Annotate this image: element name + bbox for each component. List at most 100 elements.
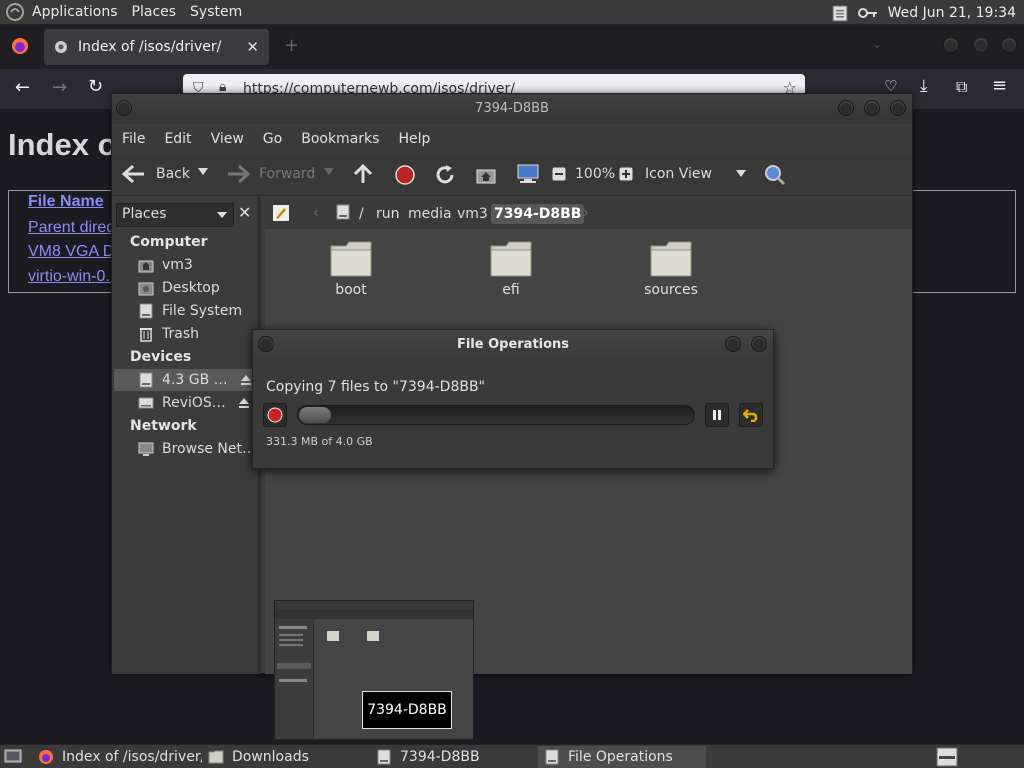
path-scroll-left-icon[interactable]: ‹	[313, 205, 319, 221]
dialog-title[interactable]: File Operations	[253, 330, 773, 360]
applications-menu[interactable]: Applications	[32, 4, 118, 20]
forward-icon[interactable]	[226, 164, 250, 184]
places-menu[interactable]: Places	[132, 4, 177, 20]
keyring-icon[interactable]	[857, 6, 878, 20]
clipboard-icon[interactable]	[832, 4, 848, 22]
back-history-chevron-icon[interactable]	[198, 168, 208, 176]
zoom-out-icon[interactable]	[552, 167, 566, 181]
top-panel: Applications Places System Wed Jun 21, 1…	[0, 0, 1024, 25]
task-file-manager[interactable]: 7394-D8BB	[370, 746, 536, 768]
home-icon[interactable]	[475, 164, 497, 186]
breadcrumb-media[interactable]: media	[405, 204, 455, 224]
drive-icon	[139, 372, 153, 388]
sidebar-item-usb-drive[interactable]: 4.3 GB …	[114, 369, 260, 391]
sidebar-item-file-system[interactable]: File System	[138, 300, 258, 322]
view-mode-select[interactable]: Icon View	[645, 166, 712, 182]
close-tab-icon[interactable]: ✕	[246, 38, 259, 56]
firefox-logo-icon[interactable]	[11, 37, 29, 55]
edit-menu[interactable]: Edit	[164, 131, 191, 147]
minimize-browser-icon[interactable]	[943, 37, 959, 53]
forward-button[interactable]: Forward	[259, 166, 315, 182]
task-browser[interactable]: Index of /isos/driver/…	[32, 746, 202, 768]
sidebar-section-devices: Devices	[130, 349, 192, 365]
back-icon[interactable]	[122, 164, 146, 184]
pause-button[interactable]	[705, 403, 729, 427]
tab-list-icon[interactable]: ⌄	[872, 37, 882, 51]
back-button[interactable]: Back	[156, 166, 190, 182]
search-icon[interactable]	[764, 164, 786, 186]
task-file-operations[interactable]: File Operations	[538, 746, 706, 768]
file-menu[interactable]: File	[122, 131, 145, 147]
sidebar-item-revios[interactable]: ReviOS…	[138, 392, 258, 414]
desktop-icon	[138, 282, 154, 296]
bookmarks-menu[interactable]: Bookmarks	[301, 131, 379, 147]
window-menu-icon[interactable]	[258, 336, 274, 352]
window-menu-icon[interactable]	[116, 100, 132, 116]
view-menu[interactable]: View	[211, 131, 244, 147]
download-icon[interactable]: ⤓	[920, 76, 928, 96]
reload-icon[interactable]: ↻	[88, 76, 103, 97]
back-arrow-icon[interactable]: ←	[15, 77, 30, 98]
extensions-icon[interactable]: ⧉	[956, 77, 967, 97]
show-desktop-icon[interactable]	[4, 748, 22, 764]
close-browser-icon[interactable]	[1001, 37, 1017, 53]
vm8-vga-driver-link[interactable]: VM8 VGA Dr	[28, 243, 120, 261]
edit-location-icon[interactable]	[272, 204, 290, 222]
zoom-in-icon[interactable]	[619, 167, 633, 181]
site-favicon-icon	[54, 40, 68, 54]
undo-arrow-icon	[743, 409, 758, 422]
workspace-switcher-icon[interactable]	[936, 747, 958, 767]
task-downloads[interactable]: Downloads	[202, 746, 368, 768]
maximize-icon[interactable]	[864, 100, 880, 116]
close-icon[interactable]	[890, 100, 906, 116]
view-mode-chevron-icon[interactable]	[736, 170, 746, 178]
sidebar-item-trash[interactable]: Trash	[138, 323, 258, 345]
undo-button[interactable]	[739, 403, 763, 427]
reload-icon[interactable]	[434, 164, 456, 186]
hamburger-menu-icon[interactable]: ≡	[992, 75, 1007, 96]
mate-logo-icon[interactable]	[6, 3, 24, 21]
taskbar: Index of /isos/driver/… Downloads 7394-D…	[0, 744, 1024, 768]
breadcrumb-root[interactable]: /	[356, 204, 367, 224]
close-sidebar-icon[interactable]: ✕	[238, 203, 251, 222]
go-menu[interactable]: Go	[263, 131, 282, 147]
column-file-name-link[interactable]: File Name	[28, 193, 104, 211]
computer-icon[interactable]	[516, 163, 540, 185]
help-menu[interactable]: Help	[398, 131, 430, 147]
drive-icon	[139, 303, 153, 319]
folder-item[interactable]: efi	[466, 240, 556, 298]
sidebar-item-vm3[interactable]: vm3	[138, 254, 258, 276]
minimize-icon[interactable]	[725, 336, 741, 352]
breadcrumb-run[interactable]: run	[373, 204, 403, 224]
close-icon[interactable]	[751, 336, 767, 352]
forward-arrow-icon[interactable]: →	[52, 77, 67, 98]
sidebar-selector[interactable]: Places	[116, 203, 234, 227]
maximize-browser-icon[interactable]	[973, 37, 989, 53]
breadcrumb-vm3[interactable]: vm3	[454, 204, 491, 224]
trash-icon	[140, 328, 152, 342]
folder-item[interactable]: sources	[626, 240, 716, 298]
minimize-icon[interactable]	[838, 100, 854, 116]
browser-tab[interactable]: Index of /isos/driver/ ✕	[44, 29, 269, 65]
forward-history-chevron-icon[interactable]	[324, 168, 334, 176]
folder-item[interactable]: boot	[306, 240, 396, 298]
up-arrow-icon[interactable]	[352, 163, 374, 185]
clock[interactable]: Wed Jun 21, 19:34	[888, 5, 1016, 21]
new-tab-icon[interactable]: +	[284, 35, 299, 56]
system-menu[interactable]: System	[190, 4, 242, 20]
path-scroll-right-icon[interactable]: ›	[583, 205, 589, 221]
sidebar-item-browse-network[interactable]: Browse Net…	[138, 438, 258, 460]
breadcrumb-current[interactable]: 7394-D8BB	[491, 204, 585, 224]
drive-icon[interactable]	[335, 204, 351, 220]
zoom-level[interactable]: 100%	[575, 166, 615, 182]
sidebar-selector-label: Places	[122, 206, 167, 222]
eject-icon[interactable]	[240, 374, 252, 386]
eject-icon[interactable]	[238, 397, 250, 409]
copy-status-text: Copying 7 files to "7394-D8BB"	[266, 379, 485, 395]
virtio-win-link[interactable]: virtio-win-0.1	[28, 268, 119, 286]
cancel-copy-button[interactable]	[263, 403, 287, 427]
stop-icon[interactable]	[394, 164, 416, 186]
sidebar-item-desktop[interactable]: Desktop	[138, 277, 258, 299]
window-title[interactable]: 7394-D8BB	[112, 94, 912, 124]
home-icon	[138, 260, 154, 273]
